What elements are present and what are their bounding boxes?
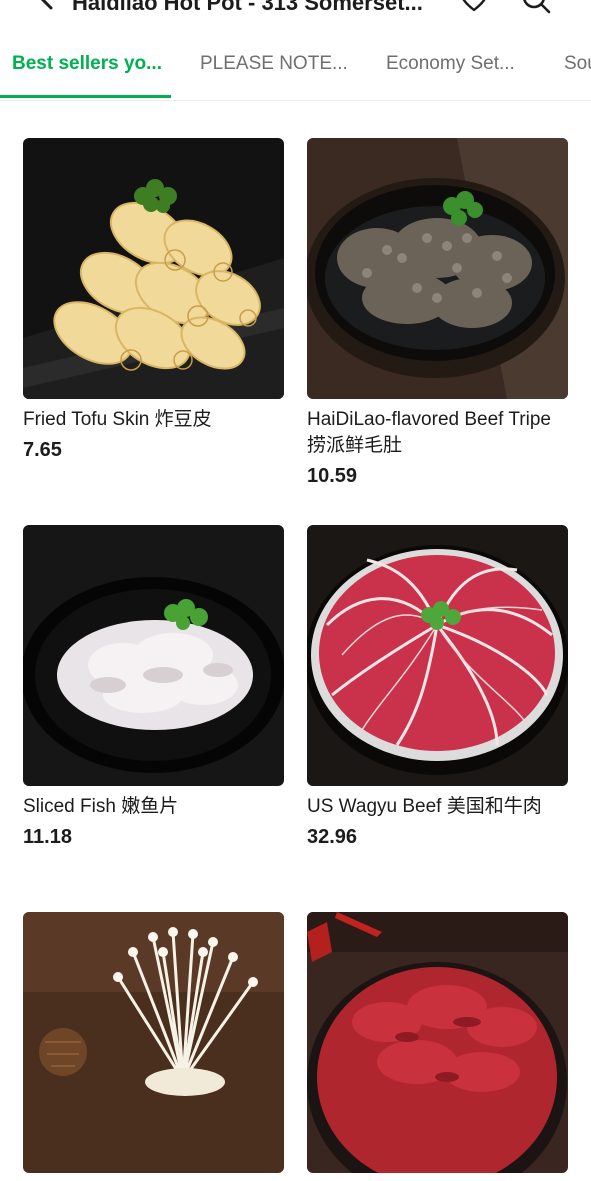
tab-economy-set[interactable]: Economy Set... bbox=[386, 30, 515, 98]
store-title: Haidilao Hot Pot - 313 Somerset... bbox=[72, 0, 423, 15]
product-price: 7.65 bbox=[23, 439, 62, 461]
tab-label: PLEASE NOTE... bbox=[200, 53, 348, 74]
tab-soup[interactable]: Sou bbox=[564, 30, 591, 98]
tab-label: Best sellers yo... bbox=[12, 53, 162, 74]
product-card-us-wagyu-beef[interactable]: US Wagyu Beef 美国和牛肉 32.96 bbox=[307, 525, 568, 849]
tab-label: Economy Set... bbox=[386, 53, 515, 74]
heart-icon[interactable] bbox=[460, 0, 488, 12]
product-photo bbox=[307, 525, 568, 786]
product-photo bbox=[23, 525, 284, 786]
product-card-beef-tripe[interactable]: HaiDiLao-flavored Beef Tripe 捞派鲜毛肚 10.59 bbox=[307, 138, 568, 488]
category-tabs: Best sellers yo... PLEASE NOTE... Econom… bbox=[0, 30, 591, 101]
product-name: Fried Tofu Skin 炸豆皮 bbox=[23, 409, 212, 430]
product-card-enoki-mushroom[interactable] bbox=[23, 912, 284, 1181]
product-photo bbox=[307, 138, 568, 399]
active-tab-indicator bbox=[0, 95, 171, 98]
product-grid: Fried Tofu Skin 炸豆皮 7.65 HaiDiLao-flavor… bbox=[0, 100, 591, 1173]
product-price: 32.96 bbox=[307, 826, 358, 848]
back-arrow-icon[interactable] bbox=[36, 0, 58, 10]
tab-label: Sou bbox=[564, 53, 591, 74]
product-name: HaiDiLao-flavored Beef Tripe 捞派鲜毛肚 bbox=[307, 409, 551, 456]
app-header: Haidilao Hot Pot - 313 Somerset... bbox=[0, 0, 591, 22]
product-card-marinated-beef[interactable] bbox=[307, 912, 568, 1181]
product-price: 10.59 bbox=[307, 465, 358, 487]
product-photo bbox=[307, 912, 568, 1173]
tab-best-sellers[interactable]: Best sellers yo... bbox=[0, 30, 171, 98]
product-photo bbox=[23, 138, 284, 399]
product-card-sliced-fish[interactable]: Sliced Fish 嫩鱼片 11.18 bbox=[23, 525, 284, 849]
product-name: US Wagyu Beef 美国和牛肉 bbox=[307, 796, 542, 817]
product-photo bbox=[23, 912, 284, 1173]
product-card-fried-tofu-skin[interactable]: Fried Tofu Skin 炸豆皮 7.65 bbox=[23, 138, 284, 462]
product-name: Sliced Fish 嫩鱼片 bbox=[23, 796, 179, 817]
product-price: 11.18 bbox=[23, 826, 72, 848]
tab-please-note[interactable]: PLEASE NOTE... bbox=[200, 30, 348, 98]
search-icon[interactable] bbox=[521, 0, 551, 14]
